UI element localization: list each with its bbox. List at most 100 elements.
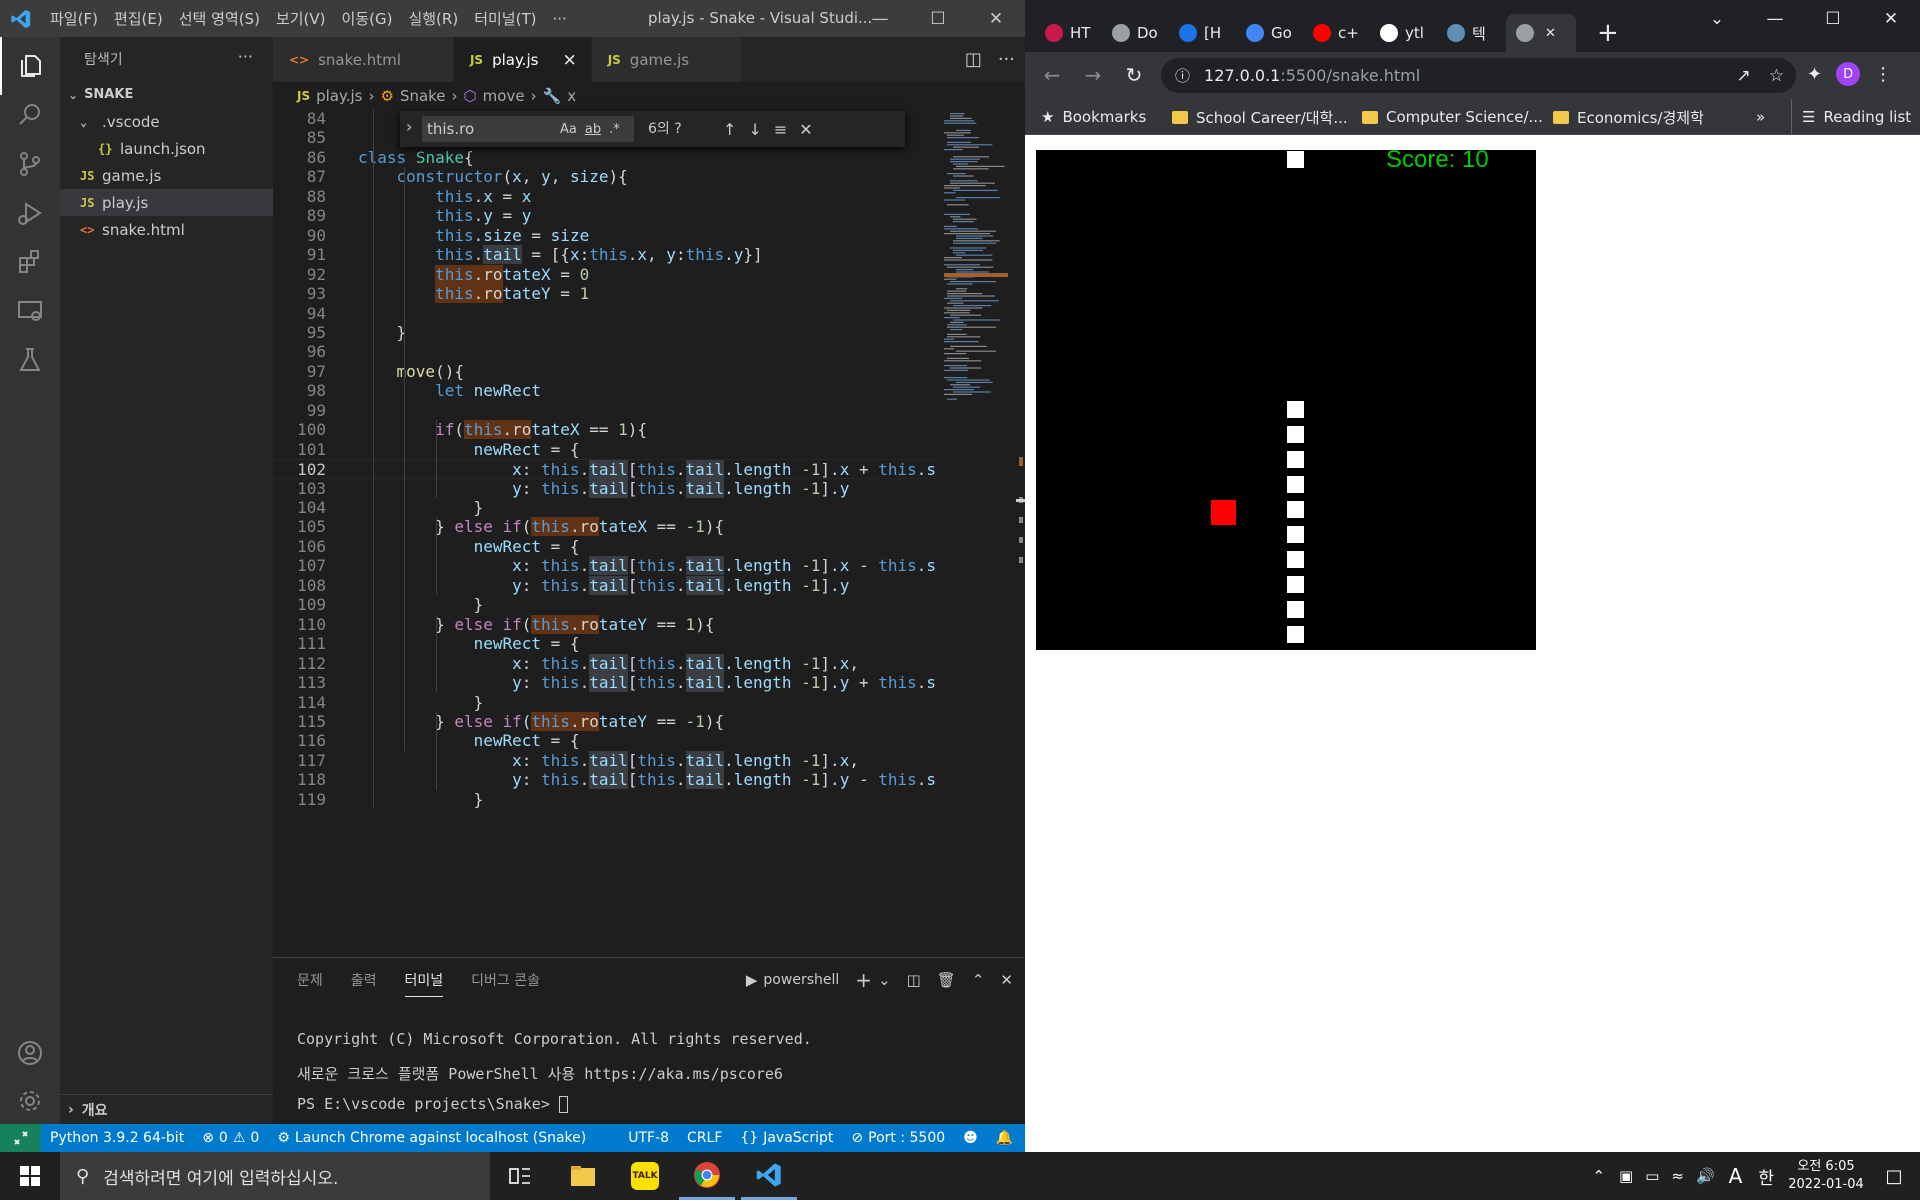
match-whole-word-toggle[interactable]: ab [585, 122, 601, 137]
menu-item[interactable]: 보기(V) [268, 8, 334, 29]
extensions-puzzle-icon[interactable]: ✦ [1807, 64, 1822, 85]
file-tree-item[interactable]: <> snake.html [60, 216, 273, 243]
more-actions-icon[interactable]: ··· [998, 49, 1015, 70]
split-terminal-icon[interactable]: ◫ [907, 971, 921, 989]
menu-item[interactable]: ··· [544, 10, 574, 28]
close-button[interactable]: ✕ [1862, 0, 1920, 38]
eol-indicator[interactable]: CRLF [678, 1130, 731, 1146]
chrome-icon[interactable] [679, 1152, 735, 1200]
browser-tab[interactable]: 텍 [1447, 14, 1486, 52]
feedback-icon[interactable]: ☻ [954, 1130, 987, 1146]
terminal-prompt[interactable]: PS E:\vscode projects\Snake> [297, 1095, 568, 1113]
previous-match-icon[interactable]: ↑ [723, 120, 736, 139]
bookmark-bookmarks[interactable]: ★ Bookmarks [1041, 99, 1146, 135]
browser-tab[interactable]: Do [1112, 14, 1158, 52]
site-info-icon[interactable]: ⓘ [1175, 65, 1190, 86]
task-view-icon[interactable] [492, 1152, 548, 1200]
breadcrumb-class[interactable]: Snake [400, 87, 446, 105]
share-icon[interactable]: ↗ [1737, 66, 1751, 86]
file-tree-item[interactable]: JS game.js [60, 162, 273, 189]
new-terminal-icon[interactable]: + [855, 968, 872, 992]
back-arrow-icon[interactable]: ← [1039, 62, 1065, 88]
profile-avatar[interactable]: D [1836, 62, 1861, 86]
settings-gear-icon[interactable] [0, 1072, 60, 1130]
browser-tab[interactable]: ✕ [1506, 14, 1576, 52]
menu-item[interactable]: 파일(F) [42, 8, 106, 29]
bookmark-folder[interactable]: Economics/경제학 [1553, 99, 1704, 135]
editor-scrollbar[interactable] [1016, 109, 1025, 957]
notifications-bell-icon[interactable]: 🔔 [987, 1130, 1022, 1146]
browser-tab[interactable]: [H [1179, 14, 1221, 52]
minimize-button[interactable]: — [851, 0, 909, 37]
snake-game-canvas[interactable] [1036, 150, 1536, 650]
close-icon[interactable]: ✕ [1545, 26, 1556, 41]
breadcrumb-file[interactable]: play.js [316, 87, 362, 105]
tab-debug-console[interactable]: 디버그 콘솔 [471, 970, 540, 990]
file-tree-item[interactable]: {} launch.json [60, 135, 273, 162]
editor-tab[interactable]: JS play.js × [453, 37, 592, 82]
menu-item[interactable]: 터미널(T) [466, 8, 544, 29]
browser-tab[interactable]: c+ [1313, 14, 1359, 52]
volume-icon[interactable]: 🔊 [1696, 1167, 1715, 1185]
tab-output[interactable]: 출력 [351, 970, 377, 990]
new-tab-button[interactable]: + [1597, 18, 1619, 48]
ime-mode-a[interactable]: A [1729, 1164, 1743, 1188]
reload-icon[interactable]: ↻ [1121, 62, 1147, 88]
close-icon[interactable]: ✕ [799, 120, 812, 139]
regex-toggle[interactable]: .* [609, 122, 620, 137]
notification-center-icon[interactable]: □ [1868, 1166, 1920, 1187]
menu-item[interactable]: 실행(R) [400, 8, 466, 29]
python-interpreter[interactable]: Python 3.9.2 64-bit [41, 1130, 193, 1146]
chevron-right-icon[interactable]: › [406, 117, 412, 136]
file-tree-item[interactable]: ⌄ .vscode [60, 108, 273, 135]
tab-terminal[interactable]: 터미널 [404, 970, 444, 997]
minimap[interactable] [936, 109, 1016, 957]
menu-item[interactable]: 선택 영역(S) [171, 8, 268, 29]
bookmark-star-icon[interactable]: ☆ [1769, 66, 1784, 86]
editor-tab[interactable]: JS game.js [591, 37, 743, 82]
battery-icon[interactable]: ▭ [1645, 1167, 1659, 1185]
close-icon[interactable]: × [562, 50, 576, 70]
tab-problems[interactable]: 문제 [297, 970, 323, 990]
live-server-port[interactable]: ⊘ Port : 5500 [842, 1130, 954, 1146]
next-match-icon[interactable]: ↓ [748, 120, 761, 139]
kakaotalk-icon[interactable]: TALK [617, 1152, 673, 1200]
maximize-button[interactable]: ☐ [909, 0, 967, 37]
find-in-selection-icon[interactable]: ≡ [774, 120, 787, 139]
ime-mode-han[interactable]: 한 [1758, 1164, 1774, 1189]
code-editor[interactable]: 84 85 86 class Snake{87 constructor(x, y, s… [273, 109, 936, 957]
outline-section[interactable]: › 개요 [60, 1094, 273, 1124]
encoding-indicator[interactable]: UTF-8 [619, 1130, 678, 1146]
match-case-toggle[interactable]: Aa [560, 122, 577, 137]
close-button[interactable]: ✕ [967, 0, 1025, 37]
taskbar-search[interactable]: ⚲ 검색하려면 여기에 입력하십시오. [60, 1152, 490, 1200]
forward-arrow-icon[interactable]: → [1080, 62, 1106, 88]
wifi-icon[interactable]: ≈ [1671, 1167, 1684, 1185]
editor-tab[interactable]: <> snake.html [273, 37, 454, 82]
browser-tab[interactable]: HT [1045, 14, 1090, 52]
address-bar[interactable]: ⓘ 127.0.0.1:5500/snake.html ↗ ☆ [1161, 58, 1796, 93]
more-actions-icon[interactable]: ··· [238, 47, 253, 66]
bookmark-folder[interactable]: School Career/대학... [1172, 99, 1348, 135]
tab-search-icon[interactable]: ⌄ [1688, 0, 1746, 38]
minimize-button[interactable]: — [1746, 0, 1804, 38]
language-mode[interactable]: {} JavaScript [731, 1130, 842, 1146]
workspace-root[interactable]: ⌄ SNAKE [60, 81, 273, 108]
debug-launch-config[interactable]: ⚙ Launch Chrome against localhost (Snake) [268, 1130, 595, 1146]
vscode-icon[interactable] [741, 1152, 797, 1200]
file-tree-item[interactable]: JS play.js [60, 189, 273, 216]
testing-icon[interactable] [0, 331, 60, 389]
close-panel-icon[interactable]: ✕ [1000, 971, 1013, 989]
chevron-down-icon[interactable]: ⌄ [878, 971, 891, 989]
menu-item[interactable]: 편집(E) [106, 8, 171, 29]
meet-now-icon[interactable]: ▣ [1619, 1167, 1633, 1185]
trash-icon[interactable]: 🗑 [937, 971, 956, 989]
show-hidden-icons-icon[interactable]: ⌃ [1592, 1167, 1605, 1185]
breadcrumb-property[interactable]: x [567, 87, 576, 105]
bookmark-folder[interactable]: Computer Science/... [1362, 99, 1543, 135]
breadcrumb-method[interactable]: move [483, 87, 525, 105]
maximize-button[interactable]: ☐ [1804, 0, 1862, 38]
maximize-panel-icon[interactable]: ⌃ [972, 971, 985, 989]
taskbar-clock[interactable]: 오전 6:05 2022-01-04 [1784, 1158, 1868, 1194]
browser-tab[interactable]: ytl [1380, 14, 1424, 52]
